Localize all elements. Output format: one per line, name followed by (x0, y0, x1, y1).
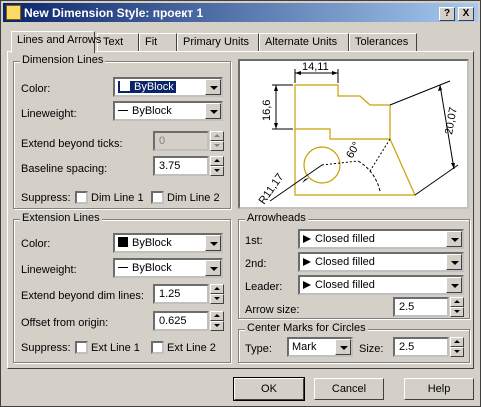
ext-extend-label: Extend beyond dim lines: (21, 290, 144, 302)
ext-suppress-label: Suppress: (21, 342, 71, 354)
dim-extend-spinner[interactable] (210, 131, 224, 151)
center-size-input[interactable]: 2.5 (393, 337, 449, 357)
tab-lines-and-arrows[interactable]: Lines and Arrows (11, 31, 101, 53)
cancel-button[interactable]: Cancel (314, 378, 384, 400)
center-size-label: Size: (359, 343, 384, 355)
preview-dim-top: 14,11 (302, 61, 329, 73)
dim-lineweight-label: Lineweight: (21, 108, 77, 120)
dim-extend-input[interactable]: 0 (153, 131, 209, 151)
dropdown-arrow-icon[interactable] (205, 79, 221, 95)
arrow-first-combo[interactable]: Closed filled (298, 229, 464, 249)
ext-offset-spinner[interactable] (210, 311, 224, 331)
ext-extend-input[interactable]: 1.25 (153, 284, 209, 304)
arrow-second-label: 2nd: (245, 258, 267, 270)
dim-line2-label[interactable]: Dim Line 2 (167, 192, 220, 204)
arrow-leader-combo[interactable]: Closed filled (298, 275, 464, 295)
tab-text[interactable]: Text (97, 33, 139, 51)
group-title: Extension Lines (20, 212, 102, 224)
dropdown-arrow-icon[interactable] (446, 254, 462, 270)
group-title: Arrowheads (245, 212, 308, 224)
ext-offset-label: Offset from origin: (21, 317, 109, 329)
group-title: Dimension Lines (20, 54, 106, 66)
ext-lineweight-value: ByBlock (118, 262, 172, 274)
dim-line1-checkbox[interactable] (75, 191, 88, 204)
dim-color-label: Color: (21, 83, 51, 95)
preview-outline (294, 84, 391, 140)
arrow-second-combo[interactable]: Closed filled (298, 252, 464, 272)
closed-filled-arrow-icon (303, 258, 311, 266)
dropdown-arrow-icon[interactable] (446, 277, 462, 293)
arrow-size-spinner[interactable] (450, 297, 464, 317)
closed-filled-arrow-icon (303, 235, 311, 243)
close-title-button[interactable]: X (458, 7, 474, 21)
dim-lineweight-value: ByBlock (118, 105, 172, 117)
tab-alternate-units[interactable]: Alternate Units (259, 33, 349, 51)
dim-baseline-label: Baseline spacing: (21, 163, 108, 175)
ok-button[interactable]: OK (233, 377, 305, 401)
center-type-combo[interactable]: Mark (287, 337, 353, 357)
preview-dim-right: 20,07 (443, 106, 460, 135)
title-bar[interactable]: New Dimension Style: проект 1 ? X (3, 3, 478, 22)
dim-suppress-label: Suppress: (21, 192, 71, 204)
help-button[interactable]: Help (404, 378, 474, 400)
ext-line1-label[interactable]: Ext Line 1 (91, 342, 140, 354)
ext-offset-input[interactable]: 0.625 (153, 311, 209, 331)
ext-lineweight-combo[interactable]: ByBlock (113, 258, 223, 278)
dim-lineweight-combo[interactable]: ByBlock (113, 101, 223, 121)
dimension-preview-drawing: 14,11 16,6 20,07 60° R11,17 (257, 61, 460, 207)
arrow-size-label: Arrow size: (245, 304, 300, 316)
dim-baseline-spinner[interactable] (210, 156, 224, 176)
arrow-first-label: 1st: (245, 235, 263, 247)
group-title: Center Marks for Circles (245, 322, 368, 334)
ext-extend-spinner[interactable] (210, 284, 224, 304)
dim-line2-checkbox[interactable] (151, 191, 164, 204)
dim-color-combo[interactable]: ByBlock (113, 77, 223, 97)
ext-color-label: Color: (21, 238, 51, 250)
preview-dim-left: 16,6 (261, 100, 273, 121)
tab-primary-units[interactable]: Primary Units (177, 33, 259, 51)
closed-filled-arrow-icon (303, 281, 311, 289)
ext-color-value: ByBlock (118, 237, 172, 249)
center-type-value: Mark (292, 341, 317, 353)
window-title: New Dimension Style: проект 1 (24, 6, 204, 20)
line-icon (118, 110, 128, 111)
preview-pane: 14,11 16,6 20,07 60° R11,17 (238, 59, 469, 209)
arrow-size-input[interactable]: 2.5 (393, 297, 449, 317)
help-title-button[interactable]: ? (439, 7, 455, 21)
arrow-first-value: Closed filled (303, 233, 375, 245)
dropdown-arrow-icon[interactable] (205, 235, 221, 251)
ext-line1-checkbox[interactable] (75, 341, 88, 354)
center-size-spinner[interactable] (450, 337, 464, 357)
dim-color-value: ByBlock (118, 81, 176, 93)
ext-line2-checkbox[interactable] (151, 341, 164, 354)
ext-lineweight-label: Lineweight: (21, 264, 77, 276)
dim-baseline-input[interactable]: 3.75 (153, 156, 209, 176)
dropdown-arrow-icon[interactable] (335, 339, 351, 355)
arrow-leader-label: Leader: (245, 281, 283, 293)
ext-color-combo[interactable]: ByBlock (113, 233, 223, 253)
tab-fit[interactable]: Fit (139, 33, 177, 51)
dropdown-arrow-icon[interactable] (205, 260, 221, 276)
dropdown-arrow-icon[interactable] (446, 231, 462, 247)
app-icon (6, 5, 21, 20)
ext-line2-label[interactable]: Ext Line 2 (167, 342, 216, 354)
line-icon (118, 267, 128, 268)
dim-extend-label: Extend beyond ticks: (21, 138, 123, 150)
arrow-second-value: Closed filled (303, 256, 375, 268)
color-swatch-icon (120, 81, 130, 91)
dim-line1-label[interactable]: Dim Line 1 (91, 192, 144, 204)
color-swatch-icon (118, 237, 128, 247)
tab-tolerances[interactable]: Tolerances (349, 33, 417, 51)
preview-dim-radius: R11,17 (257, 171, 287, 206)
dialog-window: New Dimension Style: проект 1 ? X Lines … (0, 0, 481, 407)
dropdown-arrow-icon[interactable] (205, 103, 221, 119)
preview-dim-angle: 60° (344, 140, 363, 160)
arrow-leader-value: Closed filled (303, 279, 375, 291)
center-type-label: Type: (245, 343, 272, 355)
